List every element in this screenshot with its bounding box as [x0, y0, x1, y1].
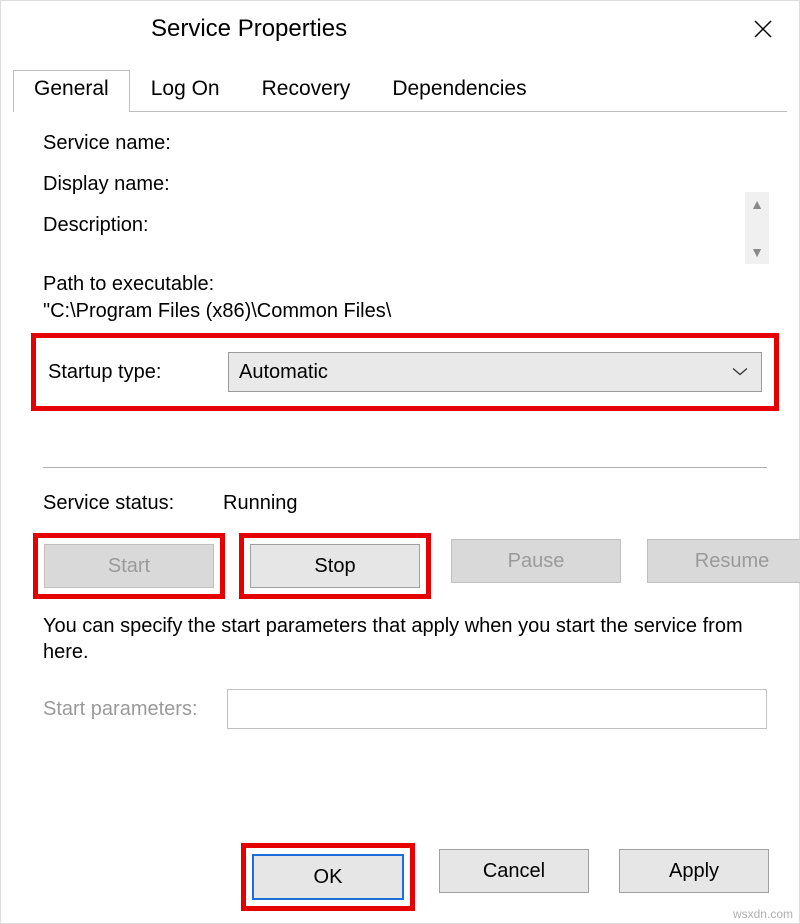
startup-type-row: Startup type: Automatic [31, 333, 779, 411]
description-scrollbar[interactable]: ▲ ▼ [745, 192, 769, 264]
window-title: Service Properties [151, 15, 347, 43]
scroll-up-icon[interactable]: ▲ [750, 192, 764, 216]
cancel-button[interactable]: Cancel [439, 849, 589, 893]
path-label: Path to executable: [43, 273, 767, 296]
stop-button[interactable]: Stop [250, 544, 420, 588]
watermark: wsxdn.com [733, 907, 793, 921]
startup-type-label: Startup type: [48, 361, 228, 384]
service-properties-dialog: Service Properties General Log On Recove… [0, 0, 800, 924]
apply-button[interactable]: Apply [619, 849, 769, 893]
tab-content-general: Service name: Display name: Description:… [1, 112, 799, 729]
service-name-label: Service name: [43, 132, 223, 155]
tab-general[interactable]: General [13, 70, 130, 112]
description-label: Description: [43, 214, 223, 237]
start-button: Start [44, 544, 214, 588]
start-parameters-label: Start parameters: [43, 698, 227, 721]
resume-button: Resume [647, 539, 800, 583]
chevron-down-icon [731, 361, 749, 384]
display-name-label: Display name: [43, 173, 223, 196]
tab-dependencies[interactable]: Dependencies [371, 70, 547, 112]
startup-type-select[interactable]: Automatic [228, 352, 762, 392]
dialog-footer: OK Cancel Apply [1, 843, 799, 911]
startup-type-value: Automatic [239, 361, 328, 384]
pause-button: Pause [451, 539, 621, 583]
scroll-down-icon[interactable]: ▼ [750, 240, 764, 264]
start-parameters-input [227, 689, 767, 729]
service-status-label: Service status: [43, 492, 223, 515]
service-status-value: Running [223, 492, 298, 515]
tab-logon[interactable]: Log On [130, 70, 241, 112]
ok-button[interactable]: OK [252, 854, 404, 900]
service-control-buttons: Start Stop Pause Resume [33, 533, 777, 599]
tab-recovery[interactable]: Recovery [241, 70, 372, 112]
start-parameters-hint: You can specify the start parameters tha… [43, 613, 767, 665]
tab-strip: General Log On Recovery Dependencies [13, 69, 787, 112]
titlebar: Service Properties [1, 1, 799, 57]
close-icon[interactable] [745, 11, 781, 47]
separator [43, 467, 767, 468]
path-value: "C:\Program Files (x86)\Common Files\ [43, 300, 767, 323]
